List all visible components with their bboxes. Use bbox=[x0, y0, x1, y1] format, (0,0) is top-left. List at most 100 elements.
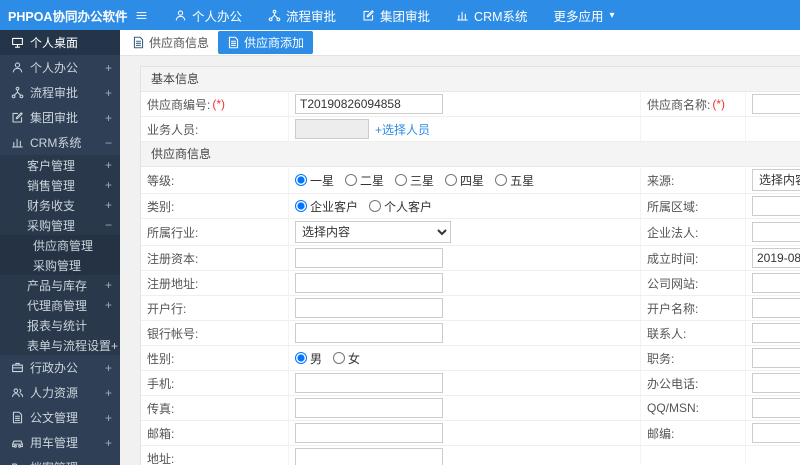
flow-icon bbox=[11, 86, 24, 99]
supplier-no-input[interactable] bbox=[295, 94, 443, 114]
zip-input[interactable] bbox=[752, 423, 800, 443]
level-radio[interactable] bbox=[445, 174, 458, 186]
expand-sign: + bbox=[104, 198, 112, 212]
field-label: 职务: bbox=[647, 351, 675, 366]
required-mark: (*) bbox=[712, 97, 726, 111]
sidebar-item-agent-management[interactable]: 代理商管理 + bbox=[0, 295, 120, 315]
founded-date-input[interactable] bbox=[752, 248, 800, 268]
sidebar-item-finance[interactable]: 财务收支 + bbox=[0, 195, 120, 215]
nav-group-approval[interactable]: 集团审批 bbox=[349, 0, 443, 30]
gender-radio[interactable] bbox=[333, 352, 346, 364]
level-option[interactable]: 四星 bbox=[445, 172, 484, 189]
form-row: 供应商编号: (*) 供应商名称: (*) bbox=[141, 92, 800, 117]
bank-account-input[interactable] bbox=[295, 323, 443, 343]
user-icon bbox=[174, 9, 187, 22]
sidebar-item-admin-office[interactable]: 行政办公 + bbox=[0, 355, 120, 380]
briefcase-icon bbox=[11, 361, 24, 374]
gender-option[interactable]: 女 bbox=[333, 350, 360, 367]
form-row: 类别: 企业客户 个人客户 所属区域: bbox=[141, 194, 800, 219]
menu-toggle-button[interactable] bbox=[122, 0, 161, 30]
sidebar-item-archive-management[interactable]: 档案管理 + bbox=[0, 455, 120, 465]
people-icon bbox=[11, 386, 24, 399]
gender-option[interactable]: 男 bbox=[295, 350, 322, 367]
sidebar-item-process-approval[interactable]: 流程审批 + bbox=[0, 80, 120, 105]
sidebar-item-label: 客户管理 bbox=[27, 158, 76, 173]
legal-person-input[interactable] bbox=[752, 222, 800, 242]
sidebar-item-human-resources[interactable]: 人力资源 + bbox=[0, 380, 120, 405]
staff-input[interactable] bbox=[295, 119, 369, 139]
hamburger-icon bbox=[135, 9, 148, 22]
form-row: 开户行: 开户名称: bbox=[141, 296, 800, 321]
website-input[interactable] bbox=[752, 273, 800, 293]
form-row: 邮箱: 邮编: bbox=[141, 421, 800, 446]
sidebar-item-vehicle-management[interactable]: 用车管理 + bbox=[0, 430, 120, 455]
expand-sign: + bbox=[104, 435, 112, 450]
qq-msn-input[interactable] bbox=[752, 398, 800, 418]
region-input[interactable] bbox=[752, 196, 800, 216]
sidebar-item-personal-office[interactable]: 个人办公 + bbox=[0, 55, 120, 80]
tab-supplier-info[interactable]: 供应商信息 bbox=[132, 34, 209, 51]
expand-sign: + bbox=[104, 278, 112, 292]
sidebar-item-personal-desktop[interactable]: 个人桌面 bbox=[0, 30, 120, 55]
registered-address-input[interactable] bbox=[295, 273, 443, 293]
expand-sign: + bbox=[104, 110, 112, 125]
industry-select[interactable]: 选择内容 bbox=[295, 221, 451, 243]
category-radio[interactable] bbox=[295, 200, 307, 212]
nav-more-apps[interactable]: 更多应用 ▾ bbox=[541, 0, 628, 30]
sidebar-item-supplier-management[interactable]: 供应商管理 bbox=[0, 235, 120, 255]
mobile-input[interactable] bbox=[295, 373, 443, 393]
sidebar-item-crm-system[interactable]: CRM系统 − bbox=[0, 130, 120, 155]
level-radio[interactable] bbox=[345, 174, 358, 186]
category-radio[interactable] bbox=[369, 200, 382, 212]
flow-icon bbox=[268, 9, 281, 22]
sidebar-item-reports-statistics[interactable]: 报表与统计 bbox=[0, 315, 120, 335]
level-option[interactable]: 一星 bbox=[295, 172, 334, 189]
expand-sign: + bbox=[105, 461, 112, 465]
gender-radio[interactable] bbox=[295, 352, 307, 364]
edit-icon bbox=[11, 111, 24, 124]
tab-label: 供应商信息 bbox=[149, 36, 210, 50]
position-input[interactable] bbox=[752, 348, 800, 368]
address-input[interactable] bbox=[295, 448, 443, 465]
field-label: 来源: bbox=[647, 173, 675, 188]
category-option[interactable]: 企业客户 bbox=[295, 198, 358, 215]
form-row: 地址: bbox=[141, 446, 800, 465]
office-phone-input[interactable] bbox=[752, 373, 800, 393]
nav-process-approval[interactable]: 流程审批 bbox=[255, 0, 349, 30]
sidebar-item-purchase-management[interactable]: 采购管理 − bbox=[0, 215, 120, 235]
account-name-input[interactable] bbox=[752, 298, 800, 318]
level-radio[interactable] bbox=[395, 174, 408, 186]
registered-capital-input[interactable] bbox=[295, 248, 443, 268]
category-option[interactable]: 个人客户 bbox=[369, 198, 432, 215]
level-radio[interactable] bbox=[495, 174, 508, 186]
expand-sign: + bbox=[104, 360, 112, 375]
sidebar-item-customer-management[interactable]: 客户管理 + bbox=[0, 155, 120, 175]
sidebar-item-sales-management[interactable]: 销售管理 + bbox=[0, 175, 120, 195]
level-radio[interactable] bbox=[295, 174, 307, 186]
level-option[interactable]: 五星 bbox=[495, 172, 534, 189]
tab-supplier-add[interactable]: 供应商添加 bbox=[218, 31, 314, 54]
email-input[interactable] bbox=[295, 423, 443, 443]
fax-input[interactable] bbox=[295, 398, 443, 418]
nav-personal-office[interactable]: 个人办公 bbox=[161, 0, 255, 30]
field-label: 等级: bbox=[147, 173, 175, 188]
expand-sign: − bbox=[104, 218, 112, 232]
supplier-name-input[interactable] bbox=[752, 94, 800, 114]
form-row: 银行帐号: 联系人: bbox=[141, 321, 800, 346]
level-option[interactable]: 二星 bbox=[345, 172, 384, 189]
contact-input[interactable] bbox=[752, 323, 800, 343]
sidebar-item-label: 行政办公 bbox=[30, 361, 79, 375]
bank-input[interactable] bbox=[295, 298, 443, 318]
field-label: 注册地址: bbox=[147, 276, 199, 291]
sidebar-item-procurement[interactable]: 采购管理 bbox=[0, 255, 120, 275]
sidebar-item-product-inventory[interactable]: 产品与库存 + bbox=[0, 275, 120, 295]
sidebar-item-group-approval[interactable]: 集团审批 + bbox=[0, 105, 120, 130]
nav-crm-system[interactable]: CRM系统 bbox=[443, 0, 540, 30]
field-label: 传真: bbox=[147, 401, 175, 416]
source-select[interactable]: 选择内容 bbox=[752, 169, 800, 191]
nav-label: 更多应用 bbox=[553, 9, 604, 24]
sidebar-item-document-management[interactable]: 公文管理 + bbox=[0, 405, 120, 430]
sidebar-item-form-process-settings[interactable]: 表单与流程设置+ bbox=[0, 335, 120, 355]
choose-staff-link[interactable]: +选择人员 bbox=[375, 121, 430, 138]
level-option[interactable]: 三星 bbox=[395, 172, 434, 189]
